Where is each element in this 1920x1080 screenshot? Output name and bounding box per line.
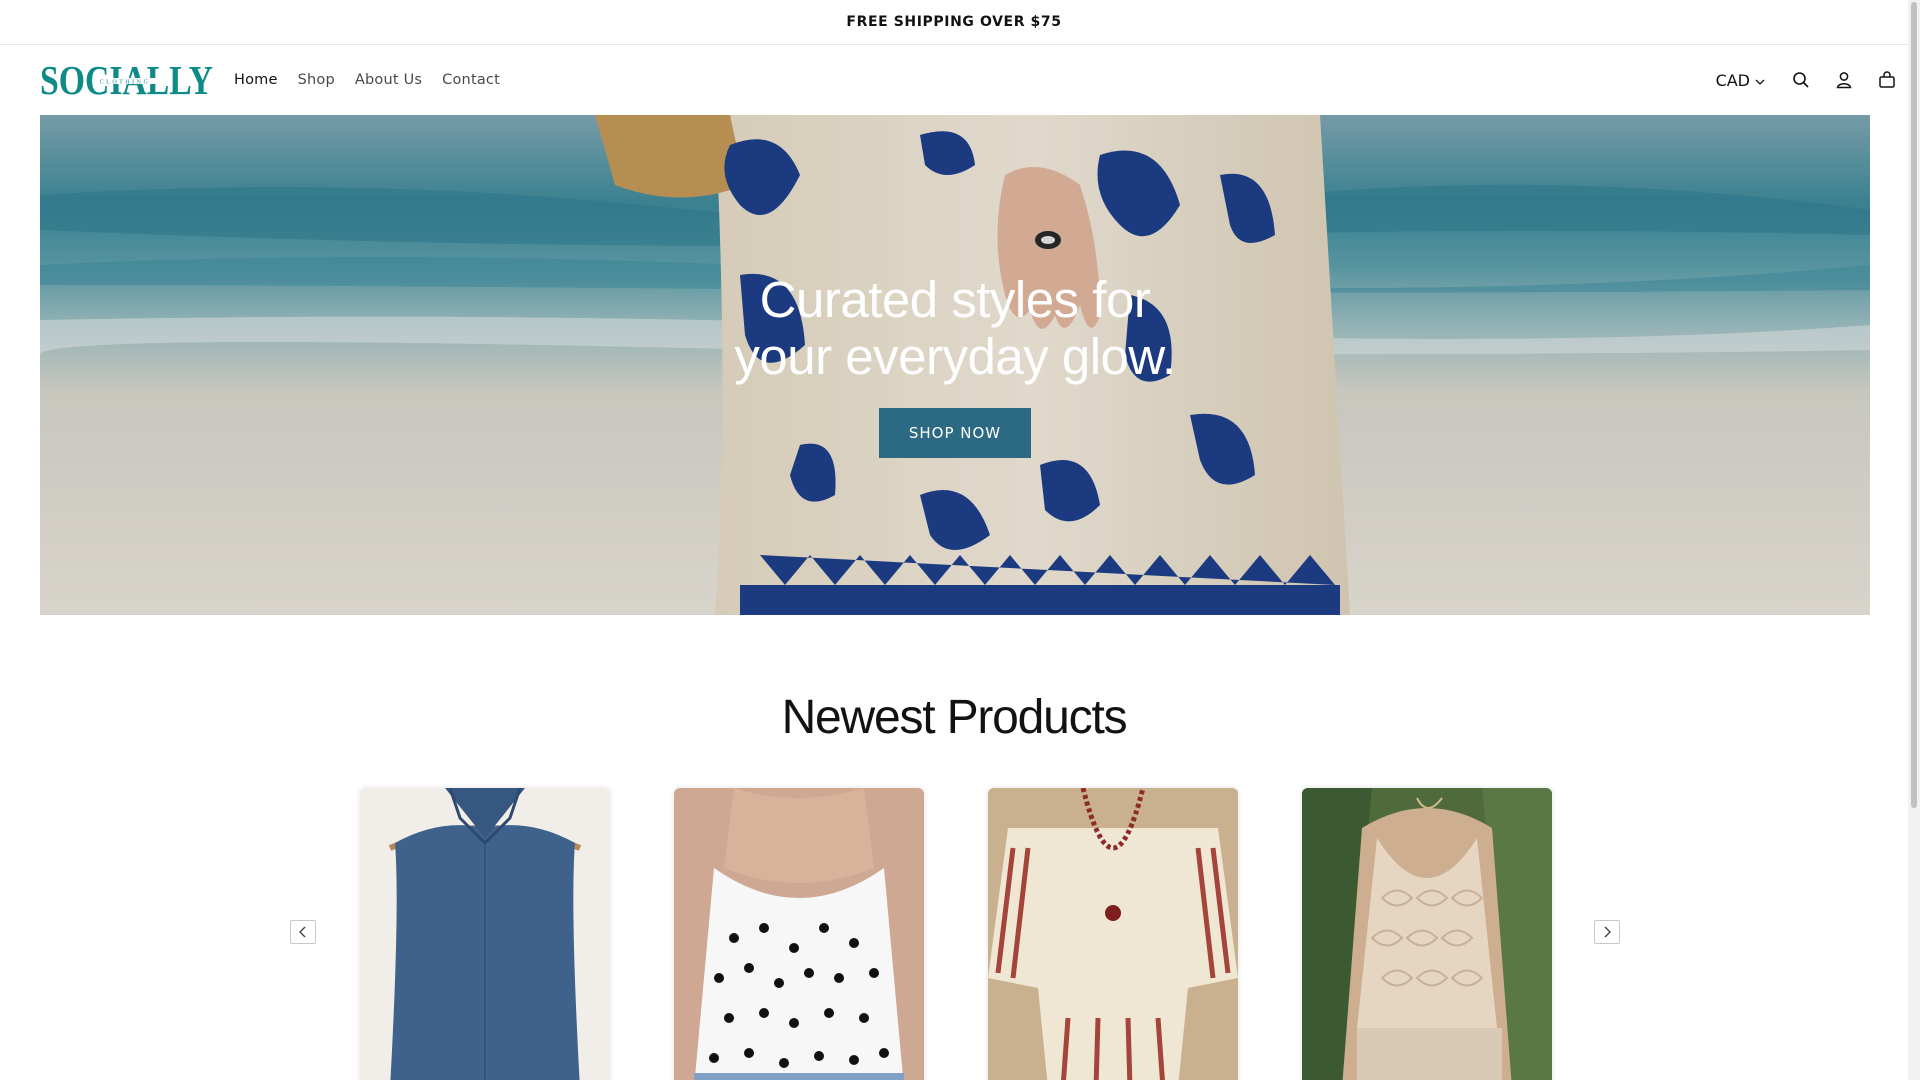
product-card[interactable] [1302,788,1552,1080]
hero-content: Curated styles for your everyday glow. S… [40,271,1870,458]
chevron-down-icon [1755,71,1765,90]
product-carousel [0,788,1908,1080]
main-nav: Home Shop About Us Contact [224,45,510,115]
search-icon[interactable] [1779,59,1822,102]
nav-contact[interactable]: Contact [432,72,510,88]
hero-heading: Curated styles for your everyday glow. [40,271,1870,385]
page-scrollbar[interactable] [1908,0,1920,1080]
product-image-denim-top [360,788,610,1080]
brand-logo[interactable]: SOCIALLY CLOTHING [40,57,215,103]
account-icon[interactable] [1822,59,1865,102]
product-image-polka-cami [674,788,924,1080]
cart-icon[interactable] [1865,59,1908,102]
carousel-prev-button[interactable] [290,920,316,944]
product-image-striped-top [988,788,1238,1080]
chevron-right-icon [1602,923,1612,942]
nav-home[interactable]: Home [224,72,288,88]
chevron-left-icon [298,923,308,942]
product-image-crochet-top [1302,788,1552,1080]
site-header: SOCIALLY CLOTHING Home Shop About Us Con… [0,45,1908,115]
hero-heading-line1: Curated styles for [759,271,1151,328]
announcement-bar: FREE SHIPPING OVER $75 [0,0,1908,45]
svg-text:CLOTHING: CLOTHING [100,80,151,86]
product-card[interactable] [360,788,610,1080]
product-card[interactable] [988,788,1238,1080]
currency-label: CAD [1715,70,1750,90]
announcement-text: FREE SHIPPING OVER $75 [846,14,1062,30]
currency-selector[interactable]: CAD [1716,71,1765,90]
product-card[interactable] [674,788,924,1080]
header-actions: CAD [1716,45,1908,115]
newest-products-title: Newest Products [781,691,1128,744]
carousel-next-button[interactable] [1594,920,1620,944]
shop-now-button[interactable]: SHOP NOW [879,408,1031,458]
page: FREE SHIPPING OVER $75 SOCIALLY CLOTHING… [0,0,1908,1080]
nav-shop[interactable]: Shop [288,72,345,88]
nav-about-us[interactable]: About Us [345,72,432,88]
hero-heading-line2: your everyday glow. [734,328,1176,385]
hero-banner: Curated styles for your everyday glow. S… [40,115,1870,615]
scrollbar-thumb[interactable] [1911,2,1917,808]
